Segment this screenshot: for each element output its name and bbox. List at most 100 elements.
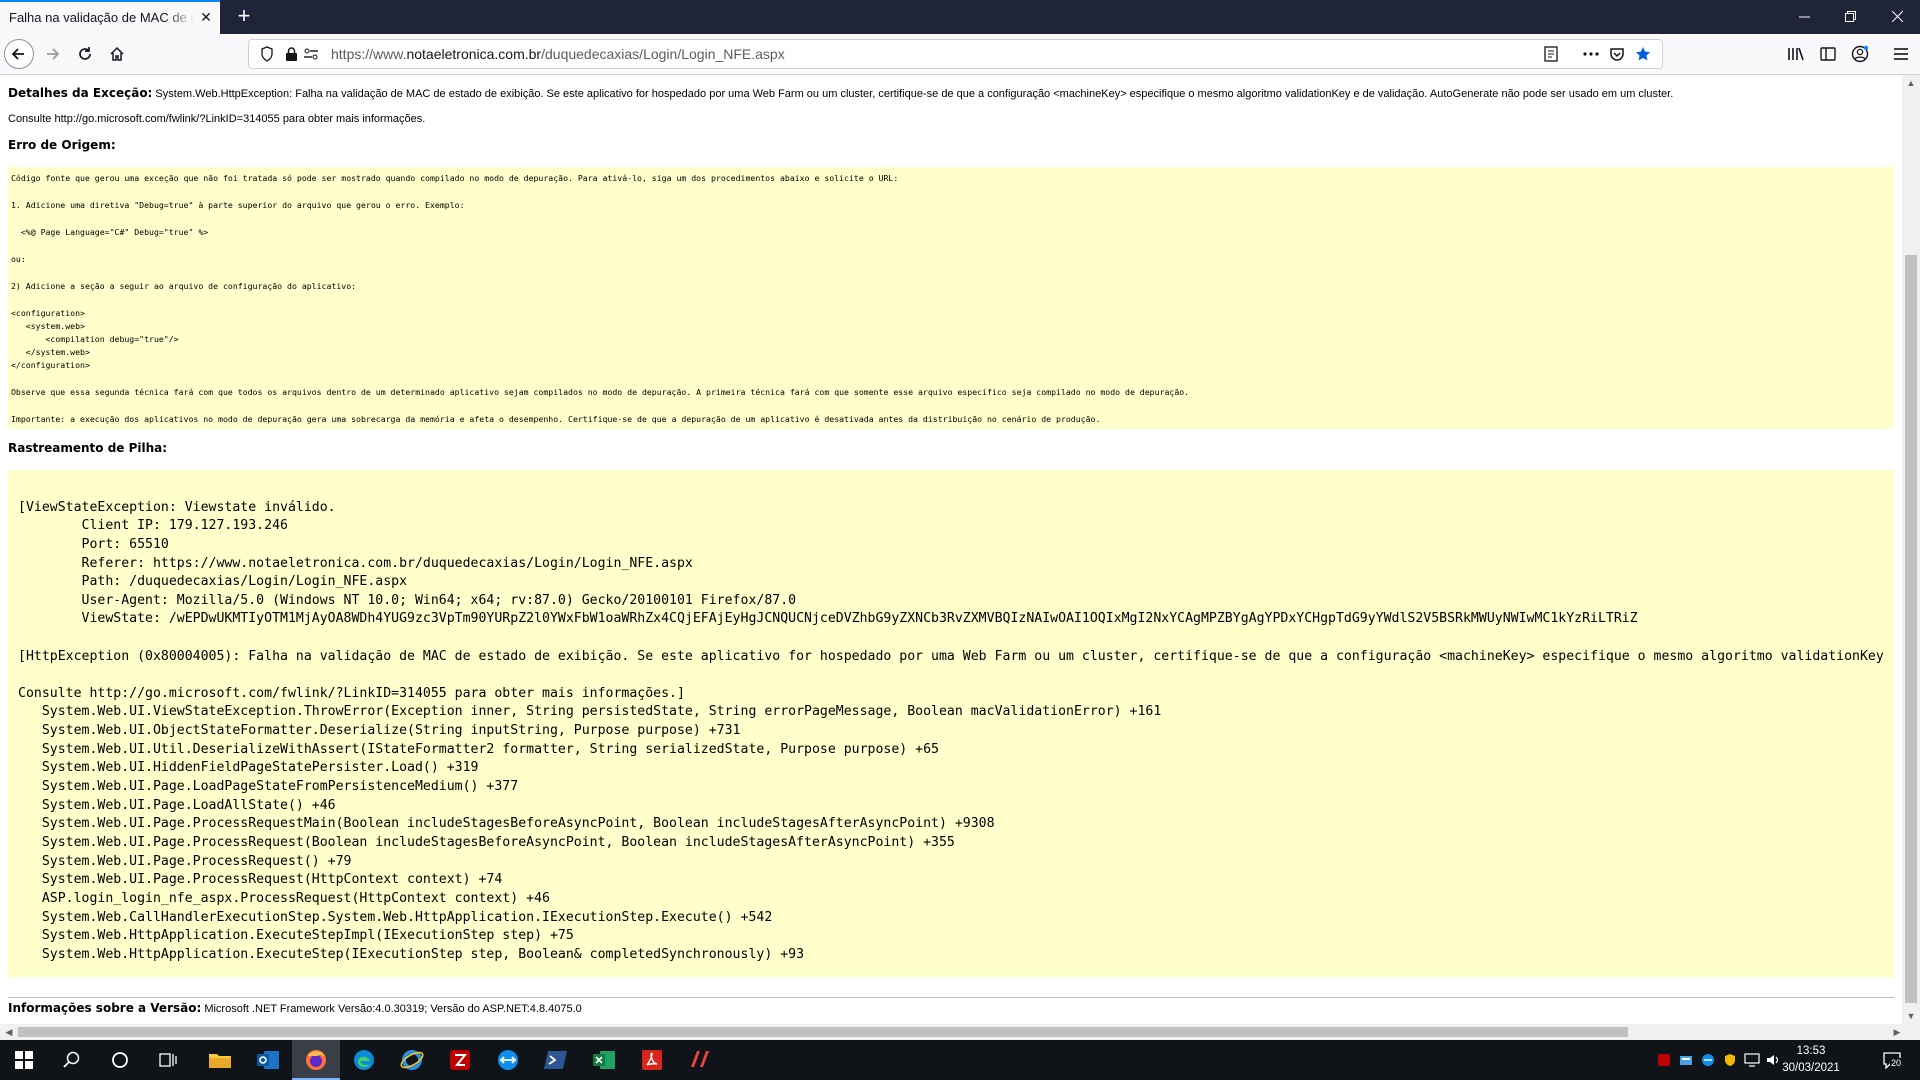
stack-line: System.Web.UI.Util.DeserializeWithAssert… — [18, 742, 939, 757]
search-icon[interactable] — [48, 1040, 96, 1080]
sidebar-icon[interactable] — [1813, 39, 1843, 69]
source-error-line: <system.web> — [11, 321, 85, 331]
source-error-line: 1. Adicione uma diretiva "Debug=true" à … — [11, 200, 465, 210]
system-clock[interactable]: 13:53 30/03/2021 — [1780, 1043, 1842, 1077]
task-view-icon[interactable] — [144, 1040, 192, 1080]
stack-line: System.Web.UI.ObjectStateFormatter.Deser… — [18, 723, 741, 738]
vertical-scroll-thumb[interactable] — [1905, 255, 1917, 1003]
powershell-icon[interactable] — [532, 1040, 580, 1080]
version-text: Microsoft .NET Framework Versão:4.0.3031… — [204, 1003, 582, 1015]
permissions-icon[interactable] — [301, 44, 321, 64]
back-arrow-icon[interactable] — [4, 39, 34, 69]
stack-line: [HttpException (0x80004005): Falha na va… — [18, 649, 1884, 664]
stack-line: System.Web.UI.Page.ProcessRequestMain(Bo… — [18, 816, 995, 831]
version-info: Informações sobre a Versão: Microsoft .N… — [8, 1001, 582, 1015]
source-error-line: Importante: a execução dos aplicativos n… — [11, 414, 1101, 424]
monitor-tray-icon[interactable] — [1744, 1052, 1760, 1068]
source-error-line: </configuration> — [11, 360, 90, 370]
stack-line: System.Web.UI.ViewStateException.ThrowEr… — [18, 704, 1162, 719]
source-error-line: <%@ Page Language="C#" Debug="true" %> — [11, 227, 209, 237]
close-icon[interactable]: ✕ — [198, 9, 214, 25]
teamviewer-icon[interactable] — [484, 1040, 532, 1080]
shield-icon[interactable] — [257, 44, 277, 64]
source-error-line: 2) Adicione a seção a seguir ao arquivo … — [11, 281, 357, 291]
library-icon[interactable] — [1781, 39, 1811, 69]
firefox-icon[interactable] — [292, 1040, 340, 1080]
account-icon[interactable] — [1845, 39, 1875, 69]
tab-strip: Falha na validação de MAC de estado de e… — [0, 0, 1920, 34]
horizontal-scrollbar[interactable]: ◀ ▶ — [0, 1024, 1920, 1040]
address-bar[interactable]: https://www.notaeletronica.com.br/duqued… — [248, 39, 1663, 69]
pocket-icon[interactable] — [1607, 44, 1627, 64]
divider — [8, 997, 1894, 998]
lock-icon[interactable] — [281, 44, 301, 64]
notification-count: 20 — [1890, 1058, 1903, 1068]
forward-arrow-icon[interactable] — [37, 39, 67, 69]
restore-icon[interactable] — [1827, 0, 1873, 34]
taskbar: 13:53 30/03/2021 20 — [0, 1040, 1920, 1080]
network-drive-tray-icon[interactable] — [1678, 1052, 1694, 1068]
stack-line: System.Web.HttpApplication.ExecuteStepIm… — [18, 928, 574, 943]
more-icon[interactable] — [1581, 44, 1601, 64]
stack-line: Referer: https://www.notaeletronica.com.… — [18, 556, 693, 571]
source-error-heading: Erro de Origem: — [8, 138, 116, 152]
notification-center-icon[interactable]: 20 — [1880, 1052, 1904, 1069]
stack-line: User-Agent: Mozilla/5.0 (Windows NT 10.0… — [18, 593, 797, 608]
clock-date: 30/03/2021 — [1782, 1062, 1840, 1074]
windows-start-icon[interactable] — [0, 1040, 48, 1080]
stack-line: Consulte http://go.microsoft.com/fwlink/… — [18, 686, 685, 701]
vertical-scrollbar[interactable]: ▲ ▼ — [1902, 75, 1920, 1024]
plus-icon[interactable]: + — [232, 5, 256, 29]
scroll-down-icon[interactable]: ▼ — [1902, 1008, 1920, 1024]
navigation-toolbar: https://www.notaeletronica.com.br/duqued… — [0, 34, 1920, 75]
stack-line: System.Web.UI.Page.LoadAllState() +46 — [18, 798, 336, 813]
hamburger-menu-icon[interactable] — [1886, 39, 1916, 69]
scroll-right-icon[interactable]: ▶ — [1888, 1024, 1906, 1040]
anydesk-icon[interactable] — [676, 1040, 724, 1080]
exception-label: Detalhes da Exceção: — [8, 86, 153, 100]
stack-line: Port: 65510 — [18, 537, 169, 552]
source-error-line: ou: — [11, 254, 26, 264]
reader-view-icon[interactable] — [1541, 44, 1561, 64]
minimize-icon[interactable] — [1781, 0, 1827, 34]
stack-line: System.Web.HttpApplication.ExecuteStep(I… — [18, 947, 805, 962]
stack-trace-heading: Rastreamento de Pilha: — [8, 441, 168, 455]
url-text[interactable]: https://www.notaeletronica.com.br/duqued… — [331, 46, 785, 62]
home-icon[interactable] — [102, 39, 132, 69]
stack-line: System.Web.UI.Page.ProcessRequest(HttpCo… — [18, 872, 503, 887]
source-error-line: Observe que essa segunda técnica fará co… — [11, 387, 1190, 397]
window-close-icon[interactable] — [1874, 0, 1920, 34]
stack-trace-box: [ViewStateException: Viewstate inválido.… — [8, 470, 1894, 977]
filezilla-tray-icon[interactable] — [1656, 1052, 1672, 1068]
source-error-line: </system.web> — [11, 347, 90, 357]
source-error-line: <compilation debug="true"/> — [11, 334, 179, 344]
file-explorer-icon[interactable] — [196, 1040, 244, 1080]
source-error-line: <configuration> — [11, 308, 85, 318]
source-error-box: Código fonte que gerou uma exceção que n… — [8, 167, 1894, 429]
shield-tray-icon[interactable] — [1722, 1052, 1738, 1068]
stack-line: System.Web.UI.Page.ProcessRequest(Boolea… — [18, 835, 955, 850]
horizontal-scroll-thumb[interactable] — [18, 1027, 1628, 1037]
edge-icon[interactable] — [340, 1040, 388, 1080]
tab-title: Falha na validação de MAC de estado de e… — [9, 10, 194, 25]
stack-line: [ViewStateException: Viewstate inválido. — [18, 500, 336, 515]
filezilla-icon[interactable] — [436, 1040, 484, 1080]
scroll-left-icon[interactable]: ◀ — [0, 1024, 18, 1040]
star-icon[interactable] — [1633, 44, 1653, 64]
stack-line: System.Web.UI.Page.LoadPageStateFromPers… — [18, 779, 519, 794]
tab-active[interactable]: Falha na validação de MAC de estado de e… — [0, 0, 220, 34]
internet-explorer-icon[interactable] — [388, 1040, 436, 1080]
outlook-icon[interactable] — [244, 1040, 292, 1080]
adobe-reader-icon[interactable] — [628, 1040, 676, 1080]
scroll-up-icon[interactable]: ▲ — [1902, 75, 1920, 91]
stack-line: ViewState: /wEPDwUKMTIyOTM1MjAyOA8WDh4YU… — [18, 611, 1638, 626]
exception-text: System.Web.HttpException: Falha na valid… — [155, 88, 1674, 100]
exception-details: Detalhes da Exceção: System.Web.HttpExce… — [8, 86, 1673, 100]
excel-icon[interactable] — [580, 1040, 628, 1080]
stack-line: Path: /duquedecaxias/Login/Login_NFE.asp… — [18, 574, 408, 589]
cortana-icon[interactable] — [96, 1040, 144, 1080]
reload-icon[interactable] — [70, 39, 100, 69]
teamviewer-tray-icon[interactable] — [1700, 1052, 1716, 1068]
stack-line: System.Web.UI.HiddenFieldPageStatePersis… — [18, 760, 479, 775]
page-content: Detalhes da Exceção: System.Web.HttpExce… — [0, 75, 1902, 1024]
